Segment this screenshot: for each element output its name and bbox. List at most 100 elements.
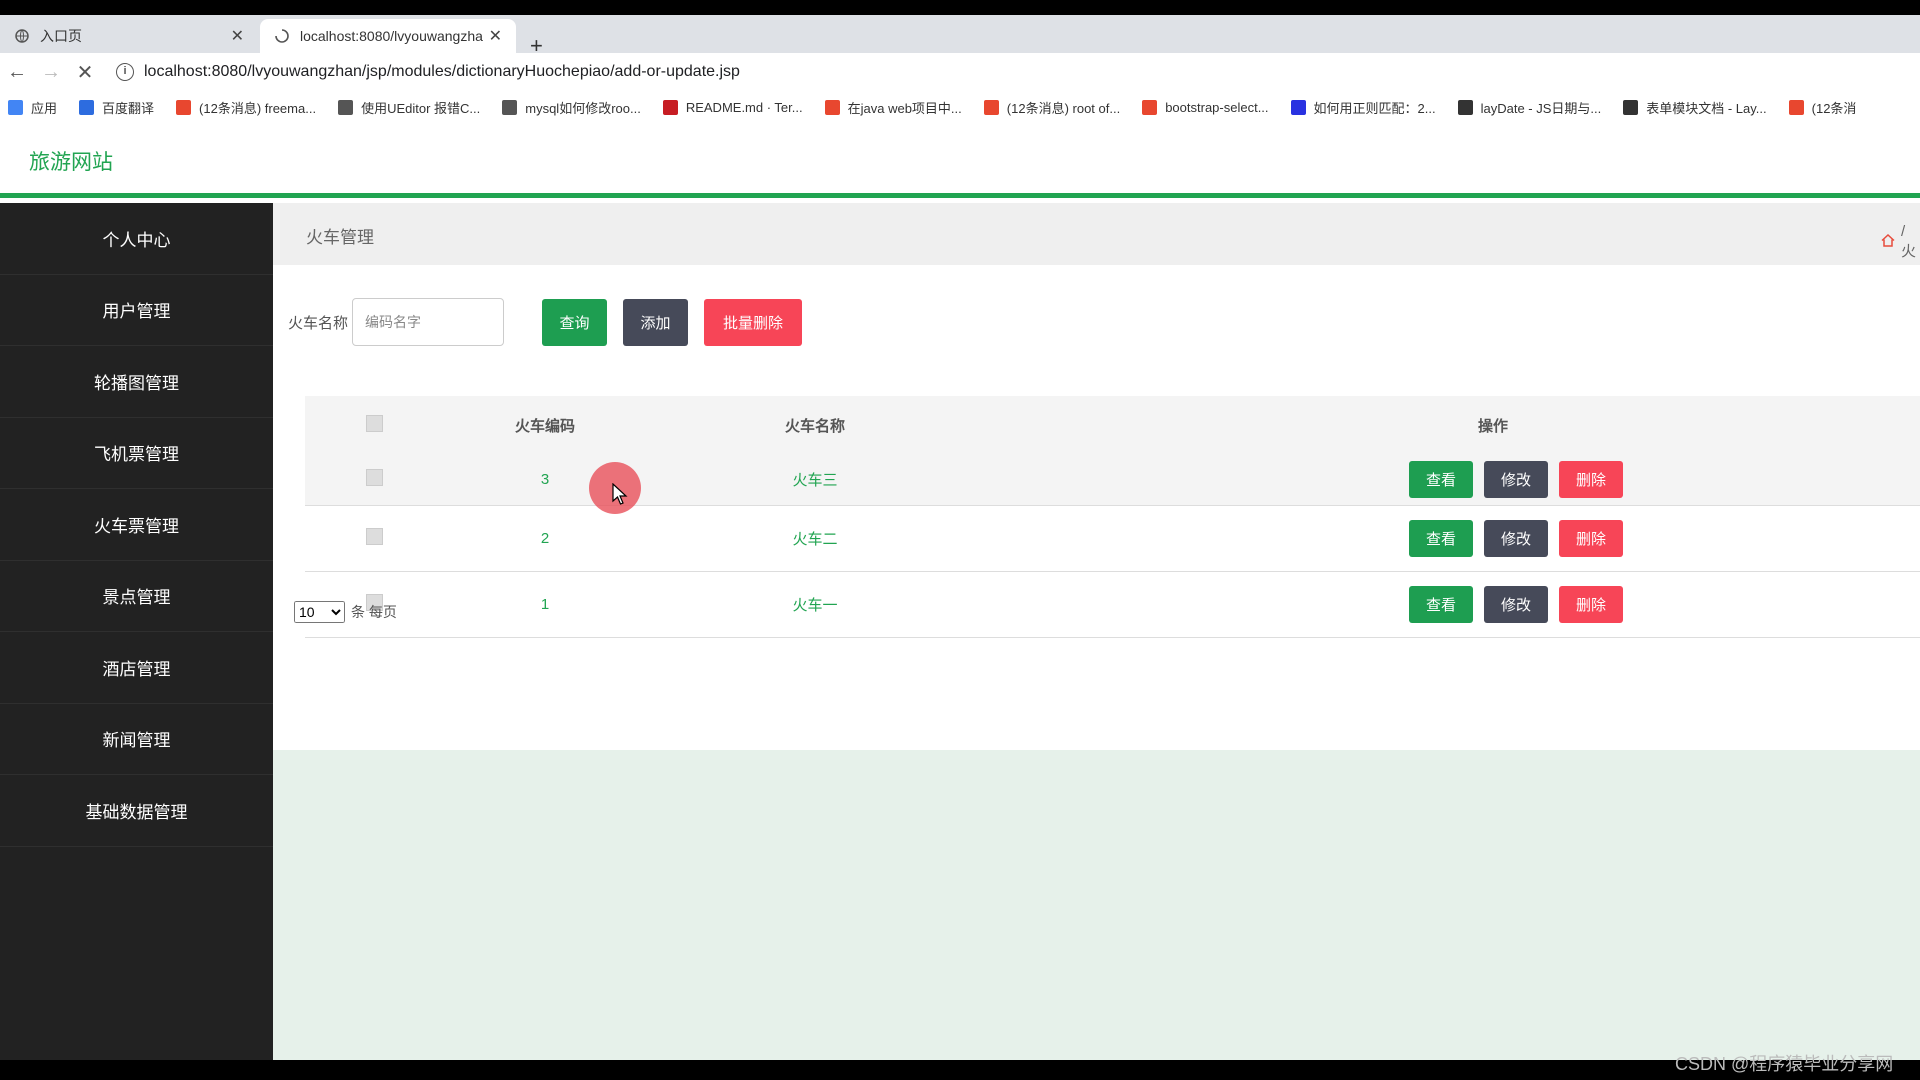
delete-button[interactable]: 删除 (1559, 520, 1623, 557)
view-button[interactable]: 查看 (1409, 586, 1473, 623)
bookmark-item[interactable]: layDate - JS日期与... (1457, 98, 1602, 117)
bookmark-label: mysql如何修改roo... (525, 100, 641, 116)
forward-icon[interactable]: → (34, 61, 68, 84)
edit-button[interactable]: 修改 (1484, 461, 1548, 498)
browser-tabbar: 入口页 ✕ localhost:8080/lvyouwangzhan ✕ + (0, 15, 1920, 58)
bookmark-item[interactable]: 表单模块文档 - Lay... (1623, 98, 1767, 117)
apps-grid-icon (8, 99, 23, 115)
bottom-edge (0, 1060, 1920, 1080)
bookmark-label: bootstrap-select... (1165, 99, 1269, 115)
bookmark-label: README.md · Ter... (685, 99, 803, 115)
main-area: 火车管理 / 火 火车名称 查询 添加 批量删除 (273, 203, 1920, 1060)
back-icon[interactable]: ← (0, 61, 34, 84)
stop-loading-icon[interactable]: ✕ (68, 60, 102, 85)
omnibox[interactable]: i localhost:8080/lvyouwangzhan/jsp/modul… (116, 63, 740, 81)
sidebar-item[interactable]: 基础数据管理 (0, 775, 273, 847)
bookmark-item[interactable]: 在java web项目中... (824, 98, 962, 117)
row-checkbox[interactable] (365, 528, 383, 549)
bookmark-label: 使用UEditor 报错C... (361, 100, 481, 116)
layui-icon (1623, 99, 1639, 115)
breadcrumb: 火车管理 / 火 (273, 203, 1920, 265)
table-row: 1 火车一 查看 修改 删除 (305, 572, 1920, 638)
bookmark-item[interactable]: 百度翻译 (79, 98, 154, 117)
bookmark-item[interactable]: (12条消息) freema... (176, 98, 316, 117)
site-brand[interactable]: 旅游网站 (29, 146, 113, 176)
delete-button[interactable]: 删除 (1559, 586, 1623, 623)
query-button[interactable]: 查询 (542, 298, 608, 346)
sidebar-item[interactable]: 轮播图管理 (0, 346, 273, 418)
close-tab-icon[interactable]: ✕ (231, 26, 244, 46)
row-code: 2 (540, 530, 550, 547)
globe-icon (14, 28, 30, 44)
edit-button[interactable]: 修改 (1484, 520, 1548, 557)
csdn-icon (983, 99, 999, 115)
bookmark-label: 在java web项目中... (847, 100, 962, 116)
loading-spinner-icon (274, 28, 290, 44)
header-ops: 操作 (1477, 417, 1508, 435)
sidebar-item[interactable]: 火车票管理 (0, 489, 273, 561)
sidebar: 个人中心 用户管理 轮播图管理 飞机票管理 火车票管理 景点管理 酒店管理 新闻管理 基础数据管… (0, 203, 273, 1060)
sidebar-item[interactable]: 景点管理 (0, 561, 273, 632)
csdn-icon (176, 99, 192, 115)
bookmark-item[interactable]: 应用 (8, 98, 57, 117)
tab-current[interactable]: localhost:8080/lvyouwangzhan ✕ (260, 19, 516, 53)
bookmark-item[interactable]: (12条消息) root of... (983, 98, 1120, 117)
baidu-translate-icon (79, 99, 95, 115)
edit-button[interactable]: 修改 (1484, 586, 1548, 623)
bookmark-item[interactable]: bootstrap-select... (1142, 99, 1269, 115)
sidebar-item[interactable]: 新闻管理 (0, 704, 273, 775)
row-actions: 查看 修改 删除 (1409, 461, 1634, 498)
bookmark-label: 表单模块文档 - Lay... (1646, 100, 1767, 116)
url-text[interactable]: localhost:8080/lvyouwangzhan/jsp/modules… (144, 63, 740, 81)
bootstrap-icon (1142, 99, 1158, 115)
select-all-checkbox[interactable] (365, 414, 383, 436)
screen: 入口页 ✕ localhost:8080/lvyouwangzhan ✕ + ←… (0, 0, 1920, 1080)
gitee-icon (662, 99, 678, 115)
row-name: 火车二 (792, 531, 838, 548)
tab-entry[interactable]: 入口页 ✕ (0, 19, 258, 53)
csdn-icon (1788, 99, 1804, 115)
sidebar-item[interactable]: 酒店管理 (0, 632, 273, 704)
search-form: 火车名称 查询 添加 批量删除 (288, 298, 803, 346)
batch-delete-button[interactable]: 批量删除 (704, 298, 803, 346)
layui-icon (1457, 99, 1473, 115)
header-name[interactable]: 火车名称 (745, 415, 885, 436)
page-size-select[interactable]: 10 (294, 601, 345, 623)
view-button[interactable]: 查看 (1409, 461, 1473, 498)
bookmark-item[interactable]: 如何用正则匹配：2... (1290, 98, 1436, 117)
watermark: CSDN @程序猿毕业分享网 (1675, 1054, 1894, 1074)
close-tab-icon[interactable]: ✕ (489, 26, 502, 46)
header-code[interactable]: 火车编码 (485, 415, 605, 436)
pagination: 10 条 每页 (294, 601, 397, 623)
row-actions: 查看 修改 删除 (1409, 586, 1634, 623)
delete-button[interactable]: 删除 (1559, 461, 1623, 498)
home-icon[interactable] (1881, 233, 1895, 250)
bookmark-item[interactable]: README.md · Ter... (662, 99, 803, 115)
table-row: 2 火车二 查看 修改 删除 (305, 506, 1920, 572)
bookmark-item[interactable]: (12条消 (1788, 98, 1856, 117)
bookmark-item[interactable]: 使用UEditor 报错C... (338, 98, 480, 117)
browser-toolbar: ← → ✕ i localhost:8080/lvyouwangzhan/jsp… (0, 53, 1920, 91)
breadcrumb-current: / 火 (1901, 223, 1917, 260)
row-checkbox[interactable] (365, 469, 383, 490)
row-actions: 查看 修改 删除 (1409, 520, 1634, 557)
bookmark-label: 如何用正则匹配：2... (1313, 100, 1436, 116)
tab-title: localhost:8080/lvyouwangzhan (300, 28, 483, 44)
search-input[interactable] (352, 298, 505, 346)
sidebar-item[interactable]: 飞机票管理 (0, 418, 273, 489)
view-button[interactable]: 查看 (1409, 520, 1473, 557)
bookmark-label: 百度翻译 (102, 100, 155, 116)
breadcrumb-trail: / 火 (1881, 223, 1920, 261)
sidebar-item[interactable]: 个人中心 (0, 203, 273, 275)
sidebar-item[interactable]: 用户管理 (0, 275, 273, 346)
search-label: 火车名称 (288, 314, 349, 332)
app-root: 旅游网站 个人中心 用户管理 轮播图管理 飞机票管理 火车票管理 景点管理 酒店管理 新闻管理… (0, 123, 1920, 1060)
content-panel: 火车管理 / 火 火车名称 查询 添加 批量删除 (273, 203, 1920, 750)
add-button[interactable]: 添加 (623, 298, 689, 346)
bookmark-item[interactable]: mysql如何修改roo... (502, 98, 641, 117)
bookmark-label: 应用 (31, 100, 58, 116)
bookmark-label: layDate - JS日期与... (1480, 100, 1602, 116)
tab-title: 入口页 (40, 28, 82, 44)
table-body: 3 火车三 查看 修改 删除 2 火车二 查看 修改 删除 1 火车一 查看 修改 删除 (305, 454, 1920, 638)
info-icon[interactable]: i (116, 63, 134, 81)
